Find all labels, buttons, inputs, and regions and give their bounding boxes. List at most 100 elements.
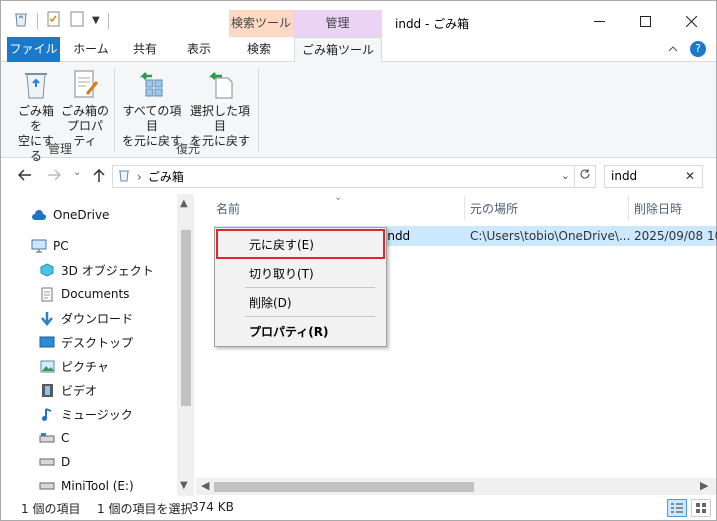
tab-share[interactable]: 共有	[123, 37, 167, 62]
restore-selected-button[interactable]: 選択した項目 を元に戻す	[187, 68, 253, 149]
nav-item-music[interactable]: ミュージック	[39, 403, 133, 425]
clear-search-icon[interactable]: ✕	[685, 166, 695, 187]
nav-item-3d-objects[interactable]: 3D オブジェクト	[39, 259, 154, 281]
tab-file[interactable]: ファイル	[7, 37, 60, 62]
nav-scrollbar[interactable]: ▲ ▼	[177, 194, 194, 496]
group-divider	[258, 68, 259, 152]
column-divider[interactable]	[628, 196, 629, 220]
nav-item-label: Documents	[61, 287, 130, 301]
back-button[interactable]	[17, 169, 32, 185]
maximize-icon	[639, 15, 651, 27]
tab-recycle-bin-tools[interactable]: ごみ箱ツール	[294, 37, 382, 63]
arrow-left-icon	[17, 169, 31, 181]
menu-item-properties[interactable]: プロパティ(R)	[249, 323, 329, 340]
group-label-restore: 復元	[176, 142, 201, 156]
scrollbar-thumb[interactable]	[214, 482, 474, 492]
nav-item-label: PC	[53, 239, 69, 253]
nav-item-label: MiniTool (E:)	[61, 479, 134, 493]
nav-item-label: 3D オブジェクト	[61, 263, 154, 278]
desktop-icon	[39, 334, 55, 350]
address-bar[interactable]: › ごみ箱 ⌄	[112, 165, 575, 188]
sort-indicator-icon: ⌄	[334, 192, 343, 203]
details-view-button[interactable]	[667, 499, 687, 517]
toolbar-divider	[107, 12, 109, 29]
menu-item-delete[interactable]: 削除(D)	[249, 294, 292, 311]
ribbon-label-line: 選択した項目	[189, 104, 250, 133]
file-date-deleted: 2025/09/08 10:2	[634, 229, 717, 243]
tab-view[interactable]: 表示	[177, 37, 221, 62]
nav-item-label: ビデオ	[61, 383, 98, 398]
close-icon	[685, 15, 697, 27]
navigation-pane: OneDrive PC 3D オブジェクト Documents ダウンロード デ…	[1, 194, 194, 496]
nav-item-videos[interactable]: ビデオ	[39, 379, 97, 401]
scroll-up-icon[interactable]: ▲	[180, 198, 188, 209]
nav-item-drive-c[interactable]: C	[39, 427, 69, 449]
nav-item-pictures[interactable]: ピクチャ	[39, 355, 109, 377]
close-button[interactable]	[668, 7, 714, 35]
group-label-manage: 管理	[48, 142, 73, 156]
tab-home[interactable]: ホーム	[69, 37, 113, 62]
context-tab-header-search: 検索ツール	[229, 10, 293, 37]
chevron-up-icon[interactable]	[668, 41, 678, 60]
nav-item-label: ダウンロード	[61, 311, 134, 326]
nav-item-label: OneDrive	[53, 208, 110, 222]
column-header-name[interactable]: 名前	[216, 200, 240, 217]
context-tab-header-manage: 管理	[293, 10, 382, 37]
nav-item-label: ミュージック	[61, 407, 133, 422]
nav-item-documents[interactable]: Documents	[39, 283, 129, 305]
forward-button[interactable]	[47, 169, 62, 185]
help-icon[interactable]: ?	[690, 41, 706, 57]
scroll-right-icon[interactable]: ▶	[700, 479, 708, 492]
ribbon-label-line: を元に戻す	[121, 134, 182, 148]
tab-search[interactable]: 検索	[235, 37, 283, 62]
drive-icon	[39, 454, 55, 470]
status-selected-count: 1 個の項目を選択	[97, 502, 193, 516]
arrow-right-icon	[48, 169, 62, 181]
nav-item-downloads[interactable]: ダウンロード	[39, 307, 133, 329]
nav-item-drive-e[interactable]: MiniTool (E:)	[39, 475, 134, 497]
nav-item-desktop[interactable]: デスクトップ	[39, 331, 133, 353]
scroll-down-icon[interactable]: ▼	[180, 480, 188, 491]
nav-item-onedrive[interactable]: OneDrive	[31, 204, 109, 226]
new-folder-icon[interactable]	[70, 11, 84, 30]
large-icons-view-button[interactable]	[691, 499, 711, 517]
column-header-date-deleted[interactable]: 削除日時	[634, 200, 682, 217]
search-input[interactable]: indd ✕	[604, 165, 703, 188]
recycle-bin-icon	[117, 168, 131, 185]
horizontal-scrollbar[interactable]: ◀ ▶	[196, 478, 716, 495]
scroll-left-icon[interactable]: ◀	[201, 479, 209, 492]
menu-item-restore[interactable]: 元に戻す(E)	[249, 236, 314, 253]
column-header-original-location[interactable]: 元の場所	[470, 200, 518, 217]
minimize-button[interactable]	[576, 7, 622, 35]
nav-item-drive-d[interactable]: D	[39, 451, 70, 473]
menu-item-cut[interactable]: 切り取り(T)	[249, 265, 314, 282]
refresh-icon	[580, 169, 590, 179]
scrollbar-thumb[interactable]	[181, 230, 191, 406]
recycle-bin-properties-button[interactable]: ごみ箱の プロパティ	[61, 68, 109, 149]
chevron-down-icon[interactable]: ⌄	[561, 169, 570, 182]
refresh-button[interactable]	[575, 165, 596, 188]
column-divider[interactable]	[464, 196, 465, 220]
ribbon-label-line: ごみ箱の	[61, 104, 110, 118]
restore-selected-icon	[208, 72, 233, 99]
ribbon: ごみ箱を 空にする ごみ箱の プロパティ 管理 すべての項目 を元に戻す 選択し…	[1, 62, 716, 163]
document-icon	[39, 286, 55, 302]
ribbon-label-line: すべての項目	[122, 104, 182, 133]
recent-locations-button[interactable]: ⌄	[73, 167, 81, 178]
cloud-icon	[31, 207, 47, 223]
breadcrumb[interactable]: ごみ箱	[148, 168, 184, 185]
chevron-down-icon[interactable]: ▼	[92, 15, 100, 26]
breadcrumb-separator: ›	[137, 169, 142, 184]
quick-access-toolbar: ▼	[13, 11, 109, 30]
maximize-button[interactable]	[622, 7, 668, 35]
search-value: indd	[611, 169, 638, 183]
up-button[interactable]	[93, 168, 105, 187]
film-icon	[39, 382, 55, 398]
arrow-up-icon	[93, 168, 105, 182]
computer-icon	[31, 238, 47, 254]
nav-item-label: デスクトップ	[61, 335, 134, 350]
properties-icon[interactable]	[46, 11, 62, 30]
restore-all-button[interactable]: すべての項目 を元に戻す	[119, 68, 185, 149]
nav-item-pc[interactable]: PC	[31, 235, 69, 257]
recycle-bin-icon	[13, 11, 29, 30]
